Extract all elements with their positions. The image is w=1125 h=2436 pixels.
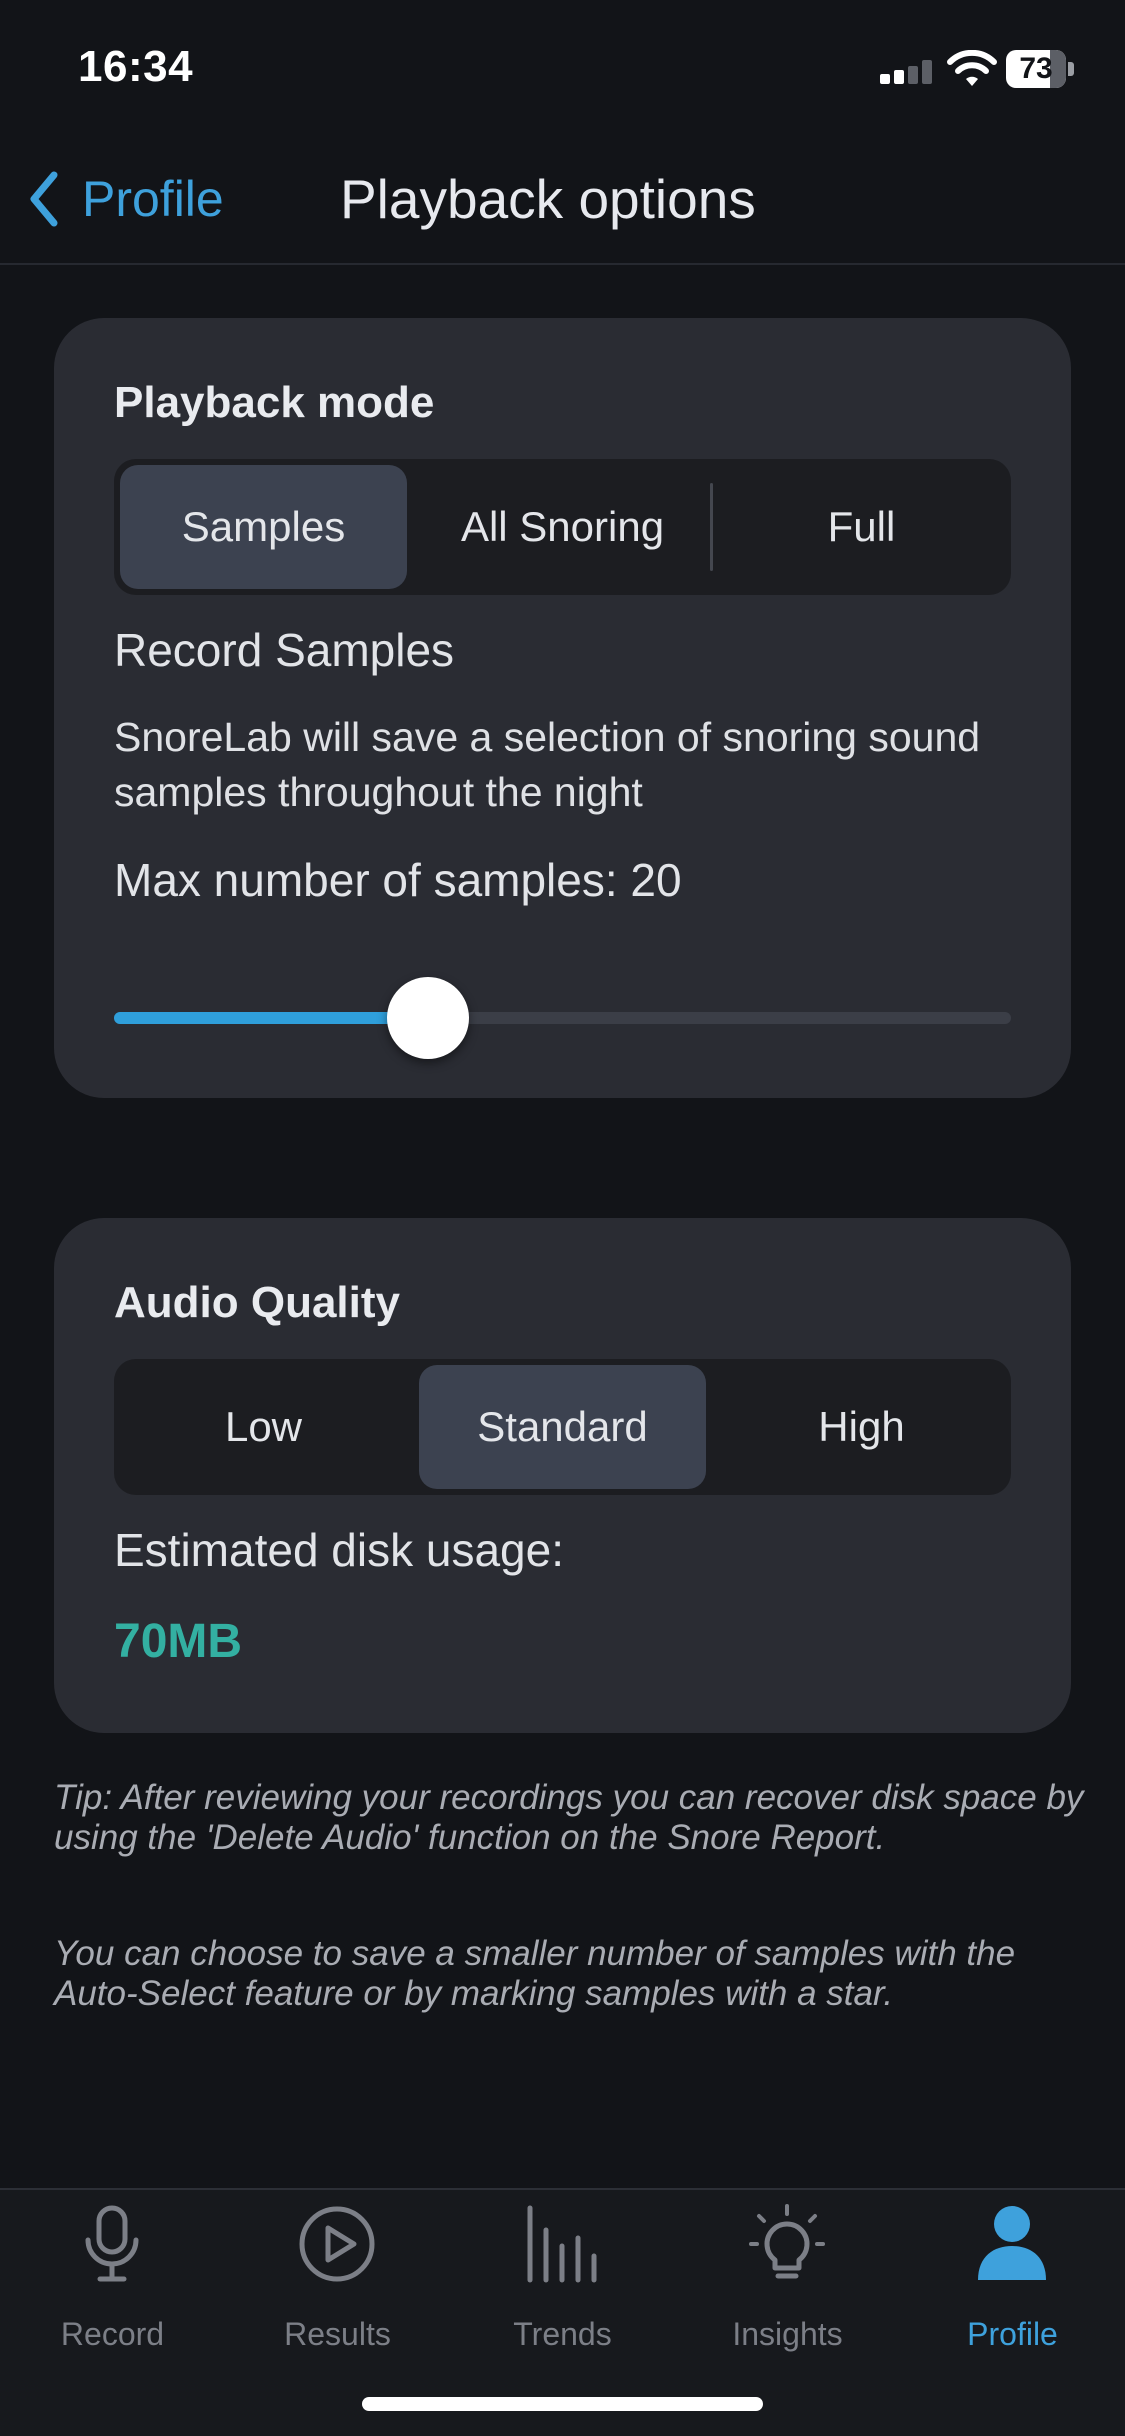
playback-options-screen: 16:34 73 Profile Playback options Playba… — [0, 0, 1125, 2436]
tab-profile[interactable]: Profile — [900, 2204, 1125, 2374]
battery-body: 73 — [1006, 50, 1066, 88]
segment-standard[interactable]: Standard — [413, 1359, 712, 1495]
segment-high[interactable]: High — [712, 1359, 1011, 1495]
tab-insights[interactable]: Insights — [675, 2204, 900, 2374]
disk-usage-value: 70MB — [114, 1615, 243, 1668]
back-button[interactable]: Profile — [22, 164, 224, 234]
signal-bar — [922, 60, 932, 84]
slider-fill — [114, 1012, 428, 1024]
tab-record[interactable]: Record — [0, 2204, 225, 2374]
audio-quality-selector: Low Standard High — [114, 1359, 1011, 1495]
playback-mode-selector: Samples All Snoring Full — [114, 459, 1011, 595]
chevron-left-icon — [30, 171, 58, 227]
segment-all-snoring[interactable]: All Snoring — [413, 459, 712, 595]
segment-samples[interactable]: Samples — [114, 459, 413, 595]
tab-label: Trends — [513, 2316, 612, 2352]
audio-quality-title: Audio Quality — [114, 1278, 400, 1327]
tab-label: Record — [60, 2316, 165, 2352]
segment-label: Full — [827, 503, 896, 550]
disk-usage-label: Estimated disk usage: — [114, 1524, 565, 1576]
tab-trends[interactable]: Trends — [450, 2204, 675, 2374]
segment-label: All Snoring — [460, 503, 665, 550]
mode-heading: Record Samples — [114, 624, 455, 676]
status-bar: 16:34 73 — [0, 0, 1125, 140]
tip-delete-audio: Tip: After reviewing your recordings you… — [54, 1778, 1084, 1857]
max-samples-label: Max number of samples: 20 — [114, 854, 682, 906]
segment-full[interactable]: Full — [712, 459, 1011, 595]
bar-chart-icon — [527, 2205, 597, 2283]
play-circle-icon — [299, 2206, 375, 2282]
max-samples-slider[interactable] — [114, 973, 1011, 1063]
slider-thumb[interactable] — [386, 977, 469, 1059]
battery-percent: 73 — [1019, 52, 1053, 85]
back-label: Profile — [82, 171, 224, 227]
playback-mode-title: Playback mode — [114, 378, 435, 427]
tip-auto-select: You can choose to save a smaller number … — [54, 1934, 1016, 2013]
person-icon — [978, 2206, 1046, 2280]
page-title: Playback options — [340, 168, 756, 230]
segment-label: Low — [224, 1403, 303, 1450]
playback-mode-card: Playback mode Samples All Snoring Full R… — [54, 318, 1071, 1098]
tab-results[interactable]: Results — [225, 2204, 450, 2374]
segment-low[interactable]: Low — [114, 1359, 413, 1495]
segment-label: Standard — [477, 1403, 648, 1450]
battery-icon: 73 — [1006, 50, 1074, 88]
tab-label: Results — [284, 2316, 391, 2352]
wifi-icon — [947, 50, 997, 86]
cellular-signal-icon — [880, 60, 932, 84]
signal-bar — [908, 66, 918, 84]
mode-description: SnoreLab will save a selection of snorin… — [114, 714, 981, 815]
segment-label: Samples — [181, 503, 346, 550]
tab-label: Insights — [732, 2316, 843, 2352]
microphone-icon — [85, 2205, 139, 2282]
navigation-bar: Profile Playback options — [0, 140, 1125, 265]
segment-label: High — [818, 1403, 905, 1450]
audio-quality-card: Audio Quality Low Standard High Estimate… — [54, 1218, 1071, 1733]
battery-tip — [1068, 62, 1074, 76]
signal-bar — [880, 74, 890, 84]
tab-label: Profile — [967, 2316, 1058, 2352]
status-time: 16:34 — [78, 42, 194, 91]
lightbulb-icon — [749, 2204, 825, 2279]
home-indicator — [362, 2397, 763, 2411]
signal-bar — [894, 70, 904, 84]
